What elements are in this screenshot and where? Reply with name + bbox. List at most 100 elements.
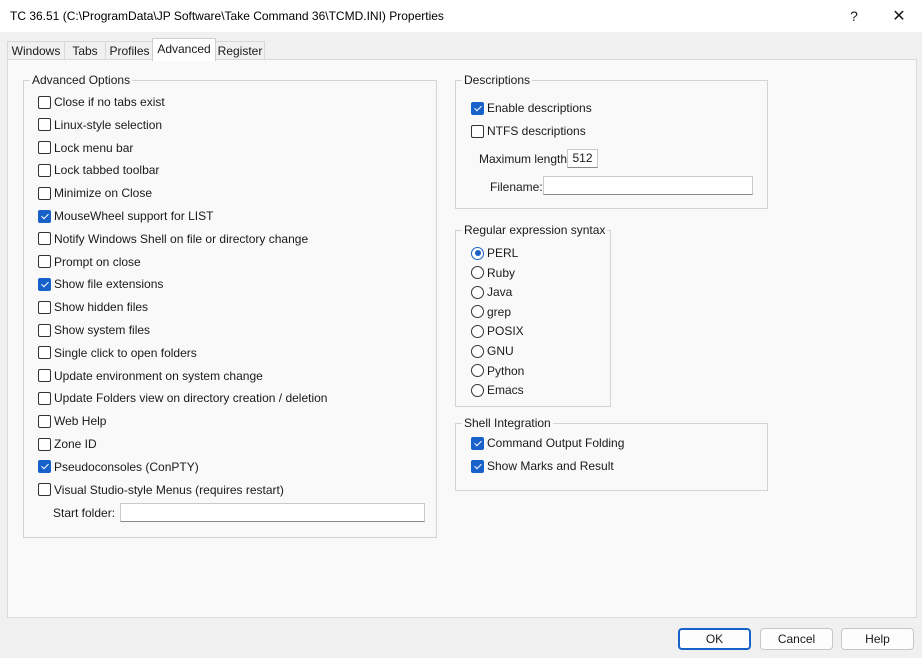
checkbox-minimize-on-close[interactable] — [38, 186, 51, 200]
checkbox-show-marks-and-result[interactable] — [471, 459, 484, 473]
enable-descriptions-option[interactable]: Enable descriptions — [471, 100, 592, 116]
option-label: Update environment on system change — [54, 368, 263, 383]
tab-profiles[interactable]: Profiles — [105, 41, 154, 60]
option-label: Lock menu bar — [54, 140, 134, 155]
checkbox-update-folders-view-on-directory-creation-deletion[interactable] — [38, 391, 51, 405]
option-linux-style-selection[interactable]: Linux-style selection — [38, 117, 162, 133]
option-label: Command Output Folding — [487, 436, 625, 450]
advanced-options-group: Advanced Options Close if no tabs exist L… — [23, 73, 437, 538]
ok-button[interactable]: OK — [678, 628, 751, 650]
radio-posix[interactable] — [471, 324, 484, 338]
option-posix[interactable]: POSIX — [471, 323, 524, 339]
option-show-marks-and-result[interactable]: Show Marks and Result — [471, 458, 614, 474]
regex-syntax-group: Regular expression syntax PERL Ruby Java gr… — [455, 223, 611, 407]
option-prompt-on-close[interactable]: Prompt on close — [38, 254, 141, 270]
option-lock-tabbed-toolbar[interactable]: Lock tabbed toolbar — [38, 162, 159, 178]
enable-descriptions-checkbox[interactable] — [471, 101, 484, 115]
option-lock-menu-bar[interactable]: Lock menu bar — [38, 140, 133, 156]
radio-ruby[interactable] — [471, 266, 484, 280]
checkbox-prompt-on-close[interactable] — [38, 255, 51, 269]
help-button[interactable]: Help — [841, 628, 914, 650]
option-label: Show Marks and Result — [487, 459, 614, 473]
option-visual-studio-style-menus-requires-restart[interactable]: Visual Studio-style Menus (requires rest… — [38, 482, 284, 498]
checkbox-web-help[interactable] — [38, 414, 51, 428]
help-icon[interactable]: ? — [832, 0, 876, 32]
option-ruby[interactable]: Ruby — [471, 265, 515, 281]
option-show-hidden-files[interactable]: Show hidden files — [38, 299, 148, 315]
checkbox-lock-tabbed-toolbar[interactable] — [38, 163, 51, 177]
tab-advanced[interactable]: Advanced — [152, 38, 216, 61]
checkbox-lock-menu-bar[interactable] — [38, 141, 51, 155]
option-show-system-files[interactable]: Show system files — [38, 322, 150, 338]
checkbox-pseudoconsoles-conpty[interactable] — [38, 460, 51, 474]
option-label: Prompt on close — [54, 254, 141, 269]
option-java[interactable]: Java — [471, 284, 512, 300]
option-single-click-to-open-folders[interactable]: Single click to open folders — [38, 345, 197, 361]
option-command-output-folding[interactable]: Command Output Folding — [471, 435, 624, 451]
radio-grep[interactable] — [471, 305, 484, 319]
option-label: Ruby — [487, 265, 516, 280]
option-web-help[interactable]: Web Help — [38, 413, 106, 429]
enable-descriptions-label: Enable descriptions — [487, 101, 592, 115]
option-mousewheel-support-for-list[interactable]: MouseWheel support for LIST — [38, 208, 213, 224]
start-folder-label: Start folder: — [53, 506, 116, 520]
option-label: PERL — [487, 246, 519, 260]
option-perl[interactable]: PERL — [471, 245, 518, 261]
start-folder-input[interactable] — [120, 503, 425, 522]
option-close-if-no-tabs-exist[interactable]: Close if no tabs exist — [38, 94, 165, 110]
option-label: Emacs — [487, 383, 524, 398]
checkbox-mousewheel-support-for-list[interactable] — [38, 209, 51, 223]
descriptions-title: Descriptions — [462, 73, 533, 87]
checkbox-visual-studio-style-menus-requires-restart[interactable] — [38, 483, 51, 497]
option-pseudoconsoles-conpty[interactable]: Pseudoconsoles (ConPTY) — [38, 459, 199, 475]
option-label: Lock tabbed toolbar — [54, 163, 160, 178]
option-update-folders-view-on-directory-creation-deletion[interactable]: Update Folders view on directory creatio… — [38, 390, 327, 406]
filename-input[interactable] — [543, 176, 753, 195]
tab-tabs[interactable]: Tabs — [64, 41, 106, 60]
checkbox-update-environment-on-system-change[interactable] — [38, 369, 51, 383]
checkbox-close-if-no-tabs-exist[interactable] — [38, 95, 51, 109]
checkbox-notify-windows-shell-on-file-or-directory-change[interactable] — [38, 232, 51, 246]
title-bar: TC 36.51 (C:\ProgramData\JP Software\Tak… — [0, 0, 922, 32]
option-update-environment-on-system-change[interactable]: Update environment on system change — [38, 368, 263, 384]
option-grep[interactable]: grep — [471, 304, 511, 320]
radio-python[interactable] — [471, 364, 484, 378]
max-length-input[interactable]: 512 — [567, 149, 598, 168]
radio-emacs[interactable] — [471, 383, 484, 397]
option-label: Update Folders view on directory creatio… — [54, 391, 328, 406]
option-zone-id[interactable]: Zone ID — [38, 436, 97, 452]
option-label: Show system files — [54, 323, 151, 337]
option-label: Python — [487, 363, 525, 378]
max-length-label: Maximum length: — [479, 152, 571, 166]
checkbox-zone-id[interactable] — [38, 437, 51, 451]
option-label: Zone ID — [54, 437, 97, 451]
option-label: Single click to open folders — [54, 345, 197, 360]
cancel-button[interactable]: Cancel — [760, 628, 833, 650]
checkbox-show-hidden-files[interactable] — [38, 300, 51, 314]
checkbox-linux-style-selection[interactable] — [38, 118, 51, 132]
option-python[interactable]: Python — [471, 363, 524, 379]
option-label: Web Help — [54, 414, 107, 429]
option-label: Close if no tabs exist — [54, 95, 165, 109]
close-icon[interactable]: ✕ — [876, 0, 922, 32]
radio-perl[interactable] — [471, 246, 484, 260]
tab-windows[interactable]: Windows — [7, 41, 65, 60]
option-notify-windows-shell-on-file-or-directory-change[interactable]: Notify Windows Shell on file or director… — [38, 231, 308, 247]
option-label: Notify Windows Shell on file or director… — [54, 231, 309, 246]
tab-register[interactable]: Register — [215, 41, 265, 60]
option-gnu[interactable]: GNU — [471, 343, 514, 359]
checkbox-show-system-files[interactable] — [38, 323, 51, 337]
radio-gnu[interactable] — [471, 344, 484, 358]
option-emacs[interactable]: Emacs — [471, 382, 524, 398]
checkbox-single-click-to-open-folders[interactable] — [38, 346, 51, 360]
window-title: TC 36.51 (C:\ProgramData\JP Software\Tak… — [10, 9, 444, 23]
option-minimize-on-close[interactable]: Minimize on Close — [38, 185, 152, 201]
option-show-file-extensions[interactable]: Show file extensions — [38, 276, 163, 292]
radio-java[interactable] — [471, 285, 484, 299]
option-label: POSIX — [487, 324, 524, 339]
checkbox-command-output-folding[interactable] — [471, 436, 484, 450]
regex-syntax-title: Regular expression syntax — [462, 223, 608, 237]
ntfs-descriptions-option[interactable]: NTFS descriptions — [471, 123, 586, 139]
ntfs-descriptions-checkbox[interactable] — [471, 124, 484, 138]
checkbox-show-file-extensions[interactable] — [38, 277, 51, 291]
